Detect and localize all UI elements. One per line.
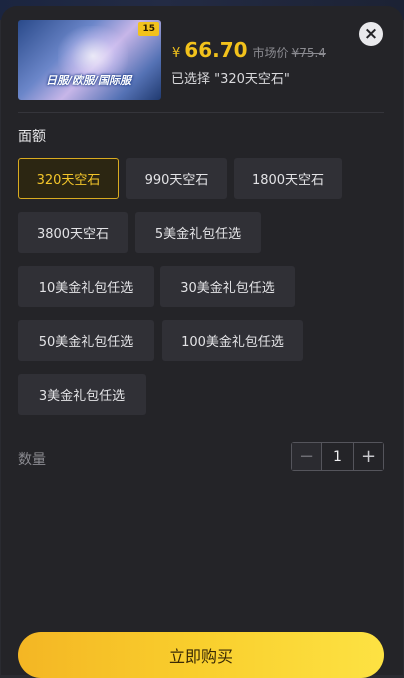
plus-icon: + bbox=[360, 446, 377, 467]
increase-button[interactable]: + bbox=[353, 443, 383, 470]
product-image: 15 日服/欧服/国际服 bbox=[18, 20, 161, 100]
product-options-sheet: 15 日服/欧服/国际服 ¥ 66.70 市场价 ¥75.4 已选择 "320天… bbox=[1, 6, 403, 678]
option-3usd-pack[interactable]: 3美金礼包任选 bbox=[18, 374, 146, 415]
option-10usd-pack[interactable]: 10美金礼包任选 bbox=[18, 266, 154, 307]
option-50usd-pack[interactable]: 50美金礼包任选 bbox=[18, 320, 154, 361]
market-price: ¥75.4 bbox=[291, 46, 326, 60]
selected-option-text: 已选择 "320天空石" bbox=[171, 72, 290, 87]
buy-now-button[interactable]: 立即购买 bbox=[18, 632, 384, 678]
option-320[interactable]: 320天空石 bbox=[18, 158, 119, 199]
price-row: ¥ 66.70 市场价 ¥75.4 bbox=[172, 38, 326, 64]
option-5usd-pack[interactable]: 5美金礼包任选 bbox=[135, 212, 261, 253]
option-1800[interactable]: 1800天空石 bbox=[234, 158, 342, 199]
close-icon: × bbox=[363, 23, 379, 44]
product-image-caption: 日服/欧服/国际服 bbox=[46, 74, 132, 87]
option-30usd-pack[interactable]: 30美金礼包任选 bbox=[160, 266, 295, 307]
minus-icon: − bbox=[298, 446, 315, 467]
option-100usd-pack[interactable]: 100美金礼包任选 bbox=[162, 320, 303, 361]
option-3800[interactable]: 3800天空石 bbox=[18, 212, 128, 253]
close-button[interactable]: × bbox=[359, 22, 383, 46]
header-divider bbox=[18, 112, 384, 113]
quantity-stepper: − 1 + bbox=[291, 442, 384, 471]
denomination-title: 面额 bbox=[18, 129, 46, 145]
market-price-label: 市场价 bbox=[252, 46, 289, 60]
product-image-badge: 15 bbox=[138, 22, 159, 36]
price: 66.70 bbox=[184, 38, 248, 62]
decrease-button[interactable]: − bbox=[292, 443, 322, 470]
quantity-label: 数量 bbox=[18, 452, 46, 468]
option-990[interactable]: 990天空石 bbox=[126, 158, 227, 199]
currency-symbol: ¥ bbox=[172, 46, 181, 61]
quantity-input[interactable]: 1 bbox=[322, 443, 353, 470]
